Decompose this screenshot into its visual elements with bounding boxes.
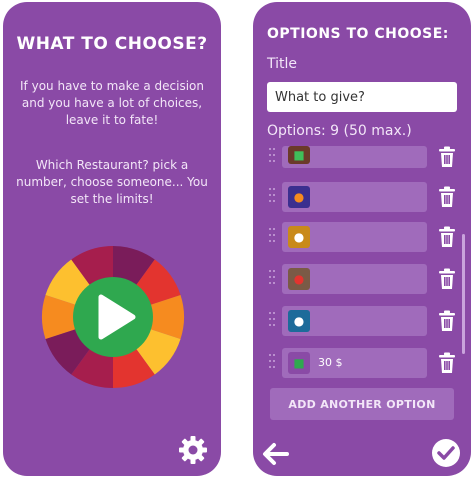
- trash-icon: [439, 146, 455, 167]
- soccer-ball-icon: ●: [288, 310, 310, 332]
- trash-icon: [439, 186, 455, 207]
- option-field[interactable]: ●: [282, 222, 427, 252]
- gear-icon: [179, 436, 207, 464]
- delete-option-button[interactable]: [437, 352, 457, 374]
- options-count: Options: 9 (50 max.): [267, 123, 412, 139]
- wheel-graphic: [41, 246, 185, 388]
- option-field[interactable]: ●: [282, 182, 427, 212]
- intro-examples: Which Restaurant? pick a number, choose …: [16, 158, 208, 206]
- add-option-button[interactable]: ADD ANOTHER OPTION: [270, 388, 454, 420]
- teddy-icon: ●: [288, 226, 310, 248]
- screen-title: OPTIONS TO CHOOSE:: [267, 26, 449, 42]
- drag-handle-icon[interactable]: [269, 148, 277, 166]
- toy-icon: ●: [288, 268, 310, 290]
- title-input[interactable]: [267, 82, 457, 112]
- delete-option-button[interactable]: [437, 186, 457, 208]
- option-field[interactable]: ●: [282, 264, 427, 294]
- spin-wheel[interactable]: [41, 245, 185, 389]
- trash-icon: [439, 352, 455, 373]
- trash-icon: [439, 268, 455, 289]
- option-row: ●: [267, 264, 463, 294]
- money-icon: ■: [288, 352, 310, 374]
- drag-handle-icon[interactable]: [269, 312, 277, 330]
- title-label: Title: [267, 56, 298, 72]
- option-field[interactable]: ●: [282, 306, 427, 336]
- delete-option-button[interactable]: [437, 268, 457, 290]
- option-row: ■ 30 $: [267, 348, 463, 378]
- drag-handle-icon[interactable]: [269, 188, 277, 206]
- screen-title: WHAT TO CHOOSE?: [16, 34, 208, 54]
- option-row: ●: [267, 222, 463, 252]
- options-screen: OPTIONS TO CHOOSE: Title Options: 9 (50 …: [253, 2, 471, 476]
- gift-box-icon: ■: [288, 146, 310, 164]
- intro-description: If you have to make a decision and you h…: [20, 79, 204, 127]
- confirm-button[interactable]: [431, 438, 461, 468]
- option-row: ●: [267, 182, 463, 212]
- delete-option-button[interactable]: [437, 146, 457, 168]
- check-icon: [432, 439, 460, 467]
- option-row: ●: [267, 306, 463, 336]
- option-field[interactable]: ■: [282, 146, 427, 168]
- option-value: 30 $: [318, 356, 343, 369]
- drag-handle-icon[interactable]: [269, 228, 277, 246]
- fruit-icon: ●: [288, 186, 310, 208]
- back-button[interactable]: [261, 442, 289, 466]
- drag-handle-icon[interactable]: [269, 354, 277, 372]
- drag-handle-icon[interactable]: [269, 270, 277, 288]
- settings-button[interactable]: [177, 434, 209, 466]
- trash-icon: [439, 226, 455, 247]
- delete-option-button[interactable]: [437, 226, 457, 248]
- back-arrow-icon: [263, 443, 289, 465]
- option-row: ■: [267, 146, 463, 168]
- intro-screen: WHAT TO CHOOSE? If you have to make a de…: [3, 2, 221, 476]
- scrollbar[interactable]: [462, 234, 465, 354]
- trash-icon: [439, 310, 455, 331]
- option-field[interactable]: ■ 30 $: [282, 348, 427, 378]
- delete-option-button[interactable]: [437, 310, 457, 332]
